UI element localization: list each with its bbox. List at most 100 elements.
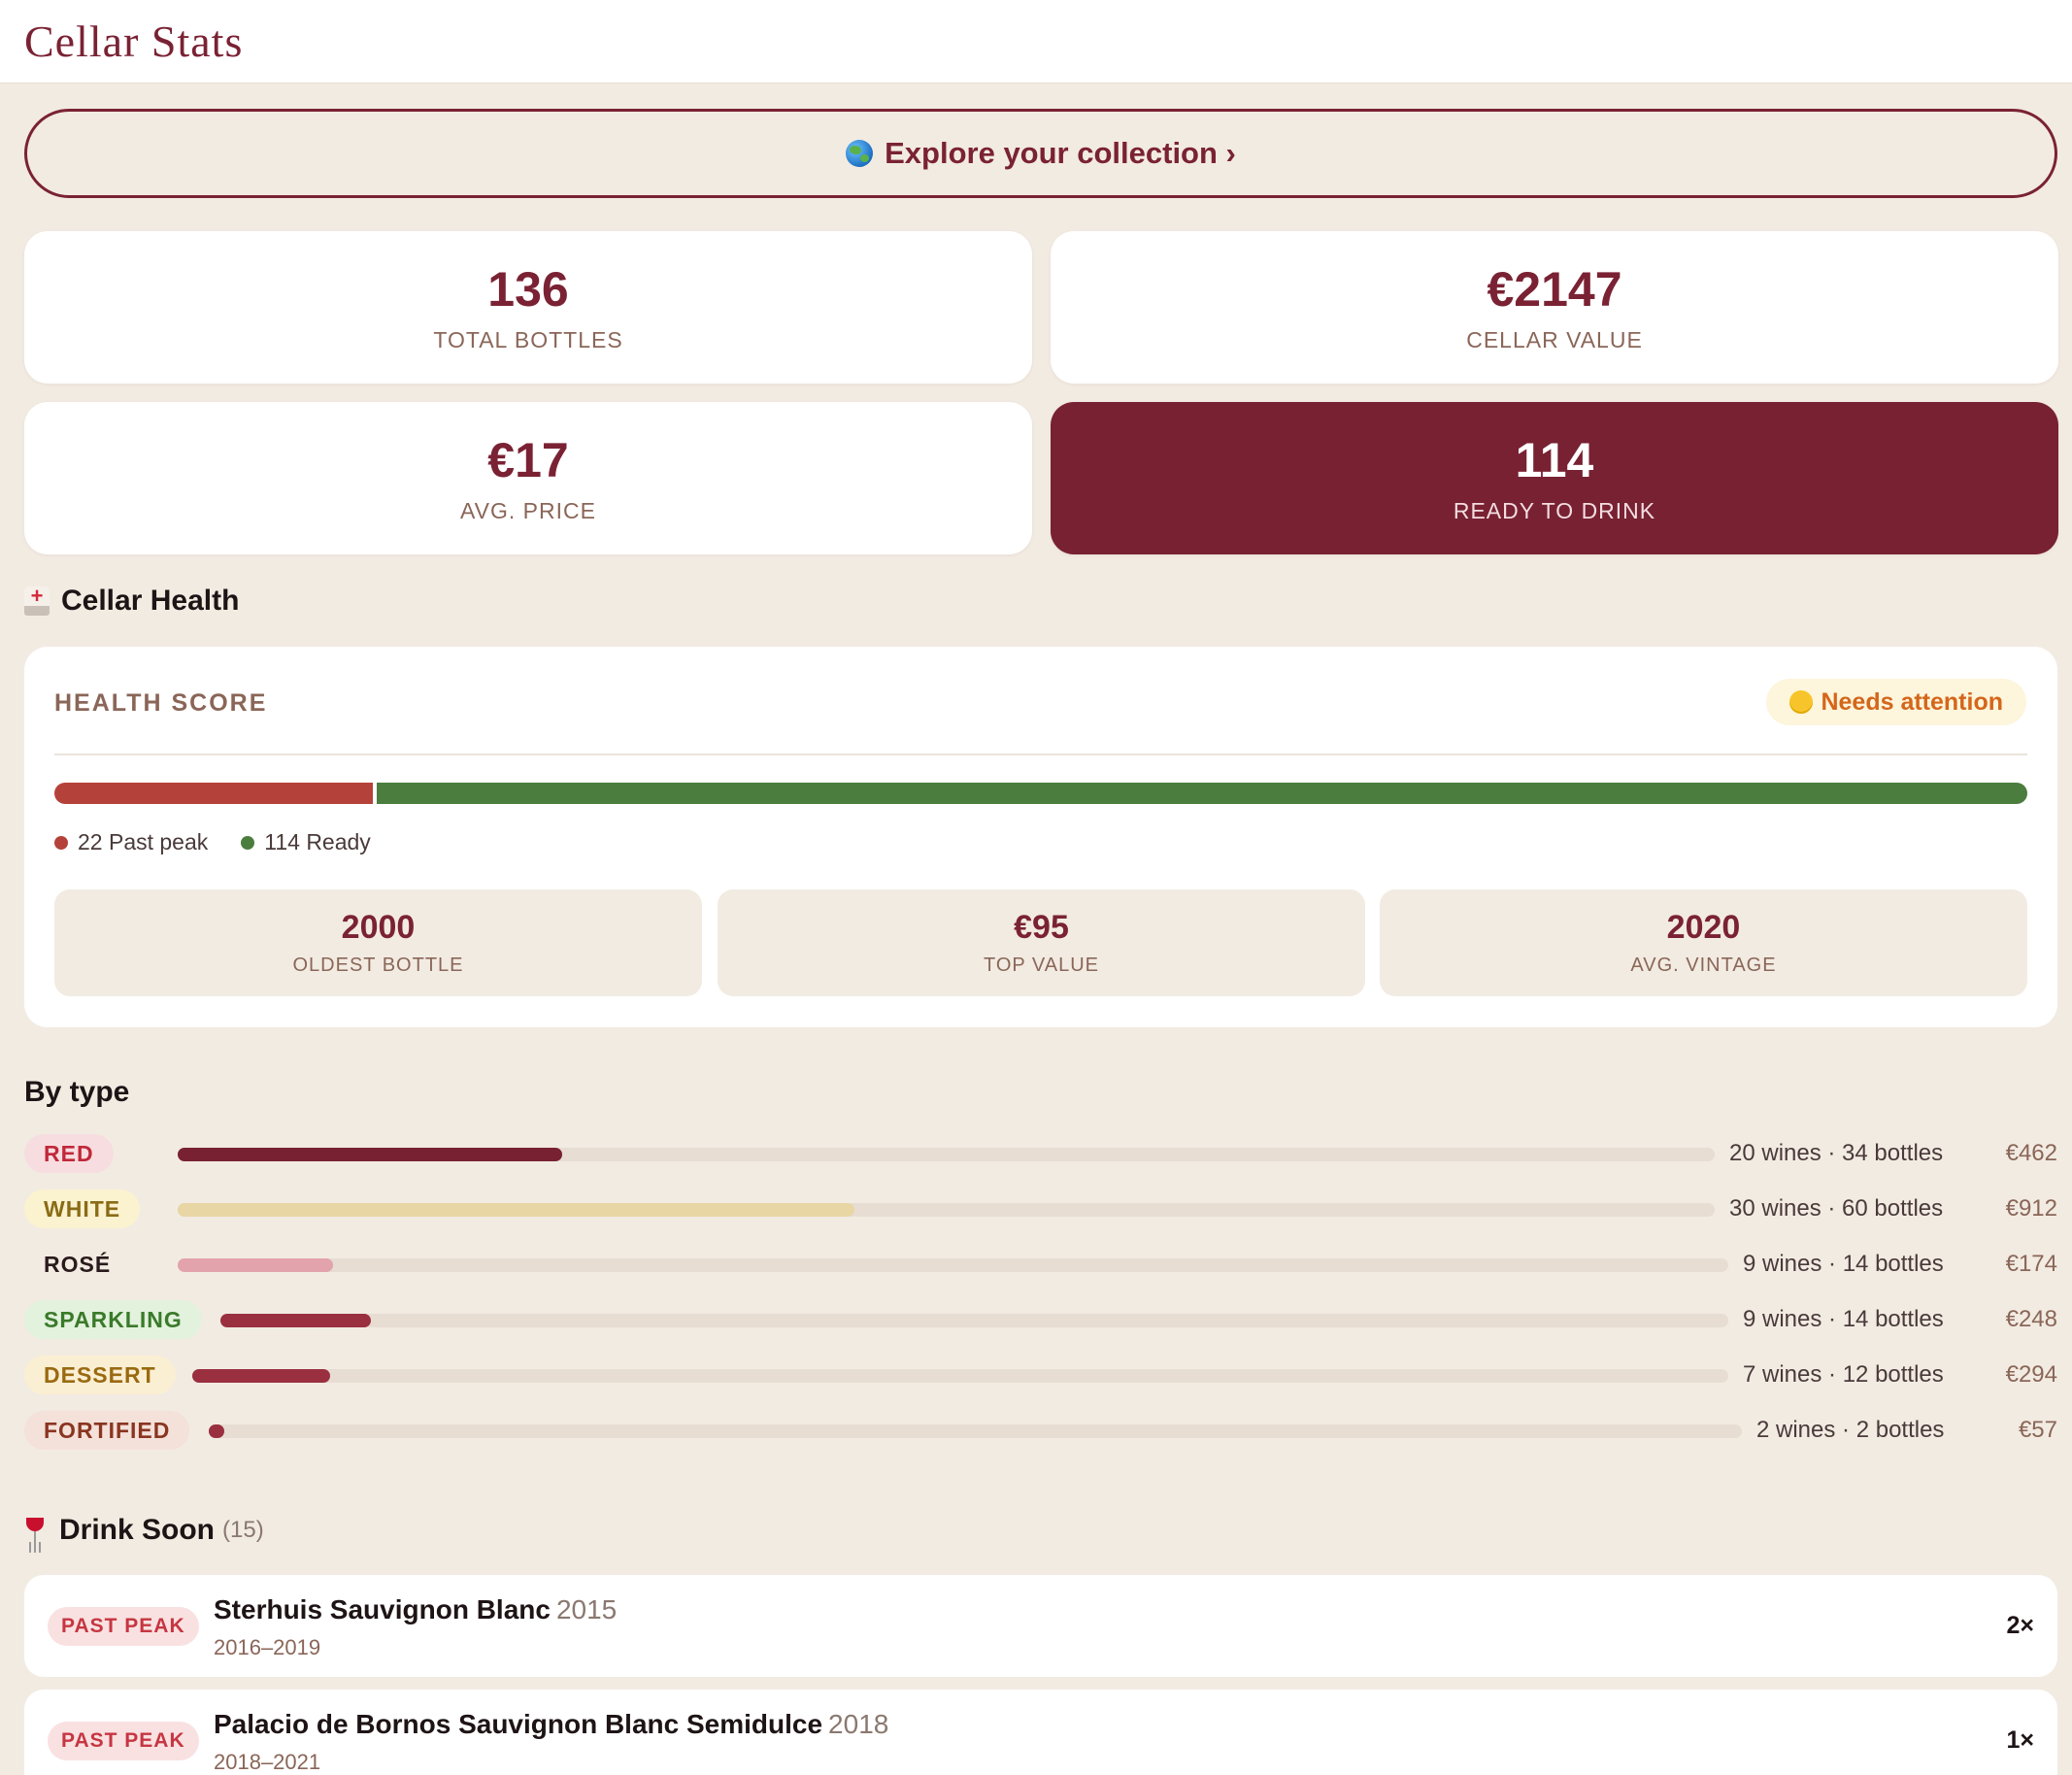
type-counts: 2 wines · 2 bottles <box>1756 1417 1945 1443</box>
type-bar-track <box>220 1314 1728 1327</box>
type-bar-fill <box>178 1203 854 1217</box>
drink-soon-item[interactable]: PAST PEAK Palacio de Bornos Sauvignon Bl… <box>24 1690 2057 1775</box>
health-score-label: HEALTH SCORE <box>54 689 268 717</box>
total-bottles-card: 136 TOTAL BOTTLES <box>24 231 1032 384</box>
drink-window: 2016–2019 <box>214 1635 321 1659</box>
wine-vintage: 2015 <box>555 1594 618 1624</box>
type-counts: 20 wines · 34 bottles <box>1729 1140 1944 1166</box>
type-bar-fill <box>192 1369 330 1383</box>
type-pill: FORTIFIED <box>24 1411 190 1450</box>
wine-vintage: 2018 <box>828 1709 889 1739</box>
past-peak-badge: PAST PEAK <box>48 1607 199 1646</box>
explore-label: Explore your collection › <box>885 136 1236 170</box>
legend-ready-text: 114 Ready <box>264 829 371 854</box>
wine-glass-icon <box>24 1516 46 1545</box>
top-value-label: TOP VALUE <box>983 954 1100 976</box>
past-peak-badge: PAST PEAK <box>48 1722 199 1760</box>
health-bar-past-peak <box>54 783 373 804</box>
cellar-health-title: Cellar Health <box>61 585 240 617</box>
type-bar-track <box>178 1148 1715 1161</box>
type-counts: 30 wines · 60 bottles <box>1729 1195 1944 1222</box>
legend-past-peak-text: 22 Past peak <box>78 829 209 854</box>
type-bar-fill <box>178 1148 562 1161</box>
legend-past-peak: 22 Past peak <box>54 829 208 855</box>
bottle-quantity: 2× <box>2006 1612 2034 1639</box>
explore-collection-button[interactable]: Explore your collection › <box>24 109 2057 198</box>
cellar-value-label: CELLAR VALUE <box>1466 327 1643 352</box>
type-pill: SPARKLING <box>24 1300 202 1339</box>
top-bar: Cellar Stats <box>0 0 2072 84</box>
ready-to-drink-value: 114 <box>1515 433 1594 487</box>
type-row-fortified[interactable]: FORTIFIED 2 wines · 2 bottles €57 <box>24 1411 2057 1450</box>
type-row-dessert[interactable]: DESSERT 7 wines · 12 bottles €294 <box>24 1356 2057 1394</box>
type-price: €57 <box>2018 1417 2057 1443</box>
oldest-bottle-value: 2000 <box>341 909 416 946</box>
type-bar-track <box>178 1203 1715 1217</box>
type-pill: ROSÉ <box>44 1251 112 1277</box>
yellow-circle-icon <box>1789 690 1814 714</box>
type-row-red[interactable]: RED 20 wines · 34 bottles €462 <box>24 1134 2057 1173</box>
drink-soon-title: Drink Soon <box>59 1514 216 1546</box>
avg-price-card: €17 AVG. PRICE <box>24 402 1032 554</box>
avg-price-value: €17 <box>487 433 569 487</box>
wine-name-text: Sterhuis Sauvignon Blanc <box>214 1594 551 1624</box>
drink-soon-count: (15) <box>222 1517 264 1543</box>
health-bar <box>54 783 2027 804</box>
top-value-value: €95 <box>1014 909 1069 946</box>
bottle-quantity: 1× <box>2006 1726 2034 1754</box>
type-bar-track <box>192 1369 1728 1383</box>
type-counts: 9 wines · 14 bottles <box>1743 1251 1944 1277</box>
type-row-rose[interactable]: ROSÉ 9 wines · 14 bottles €174 <box>24 1245 2057 1284</box>
type-price: €294 <box>2005 1361 2057 1388</box>
hospital-icon <box>24 586 50 616</box>
ready-to-drink-card[interactable]: 114 READY TO DRINK <box>1051 402 2058 554</box>
type-bar-fill <box>220 1314 371 1327</box>
ready-to-drink-label: READY TO DRINK <box>1453 498 1656 523</box>
oldest-bottle-label: OLDEST BOTTLE <box>292 954 464 976</box>
type-price: €912 <box>2005 1195 2057 1222</box>
health-legend: 22 Past peak 114 Ready <box>54 829 404 855</box>
drink-window: 2018–2021 <box>214 1750 321 1774</box>
type-row-white[interactable]: WHITE 30 wines · 60 bottles €912 <box>24 1189 2057 1228</box>
type-price: €248 <box>2005 1306 2057 1332</box>
type-pill: RED <box>24 1134 114 1173</box>
divider <box>54 754 2027 755</box>
total-bottles-value: 136 <box>487 262 569 317</box>
type-row-sparkling[interactable]: SPARKLING 9 wines · 14 bottles €248 <box>24 1300 2057 1339</box>
avg-price-label: AVG. PRICE <box>460 498 596 523</box>
oldest-bottle-card: 2000 OLDEST BOTTLE <box>54 889 702 996</box>
type-bar-track <box>178 1258 1728 1272</box>
type-bar-track <box>209 1424 1742 1438</box>
page-title: Cellar Stats <box>24 17 244 66</box>
wine-name: Palacio de Bornos Sauvignon Blanc Semidu… <box>214 1709 888 1740</box>
health-status-badge: Needs attention <box>1766 679 2026 725</box>
health-status-text: Needs attention <box>1821 687 2003 716</box>
type-pill: DESSERT <box>24 1356 176 1394</box>
avg-vintage-value: 2020 <box>1666 909 1741 946</box>
wine-name-text: Palacio de Bornos Sauvignon Blanc Semidu… <box>214 1709 823 1739</box>
cellar-health-heading: Cellar Health <box>24 585 239 618</box>
by-type-heading: By type <box>24 1076 130 1108</box>
type-price: €462 <box>2005 1140 2057 1166</box>
drink-soon-item[interactable]: PAST PEAK Sterhuis Sauvignon Blanc 2015 2… <box>24 1575 2057 1677</box>
avg-vintage-label: AVG. VINTAGE <box>1630 954 1777 976</box>
type-bar-fill <box>209 1424 224 1438</box>
cellar-value-value: €2147 <box>1487 262 1622 317</box>
type-price: €174 <box>2005 1251 2057 1277</box>
type-bar-fill <box>178 1258 333 1272</box>
top-value-card: €95 TOP VALUE <box>718 889 1365 996</box>
type-pill: WHITE <box>24 1189 141 1228</box>
wine-name: Sterhuis Sauvignon Blanc 2015 <box>214 1594 617 1625</box>
total-bottles-label: TOTAL BOTTLES <box>433 327 623 352</box>
type-counts: 7 wines · 12 bottles <box>1743 1361 1944 1388</box>
drink-soon-heading: Drink Soon (15) <box>24 1514 264 1547</box>
health-bar-ready <box>377 783 2027 804</box>
cellar-value-card: €2147 CELLAR VALUE <box>1051 231 2058 384</box>
legend-dot-past-peak <box>54 835 68 850</box>
legend-ready: 114 Ready <box>241 829 371 855</box>
avg-vintage-card: 2020 AVG. VINTAGE <box>1380 889 2027 996</box>
legend-dot-ready <box>241 835 255 850</box>
type-counts: 9 wines · 14 bottles <box>1743 1306 1944 1332</box>
globe-icon <box>846 140 874 167</box>
health-card: HEALTH SCORE Needs attention 22 Past pea… <box>24 647 2057 1027</box>
